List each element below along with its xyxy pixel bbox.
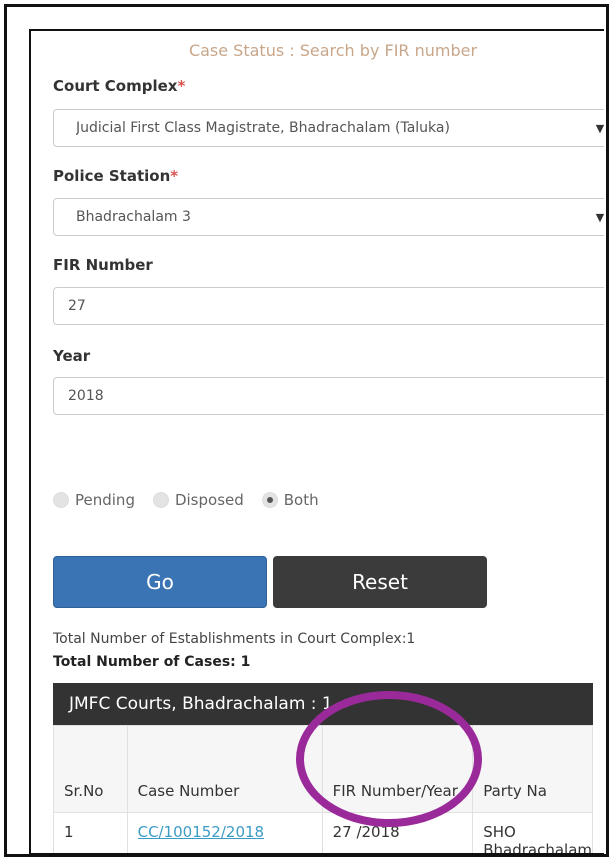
case-number-link[interactable]: CC/100152/2018 [138,823,298,841]
both-radio[interactable]: Both [261,491,319,509]
reset-button[interactable]: Reset [273,556,487,608]
column-header: Party Na [472,725,593,813]
radio-unchecked-icon [152,492,169,508]
table-row: 1 CC/100152/2018 27 /2018 SHO Bhadrachal… [53,812,593,853]
sr-no-cell: 1 [53,812,128,853]
fir-number-label: FIR Number [53,256,153,274]
court-heading: JMFC Courts, Bhadrachalam : 1 [53,683,593,725]
column-header: Sr.No [53,725,128,813]
screenshot-frame: Case Status : Search by FIR number Court… [4,4,609,857]
radio-checked-icon [261,492,278,508]
year-label: Year [53,347,91,365]
results-table: Sr.No Case Number FIR Number/Year Party … [53,725,593,853]
year-input[interactable]: 2018 [53,377,604,415]
court-complex-select[interactable]: Judicial First Class Magistrate, Bhadrac… [53,109,604,147]
dropdown-caret-icon: ▼ [595,121,604,135]
page-title: Case Status : Search by FIR number [188,41,478,60]
go-button[interactable]: Go [53,556,267,608]
pending-radio[interactable]: Pending [53,491,135,509]
disposed-radio[interactable]: Disposed [152,491,244,509]
police-station-label: Police Station* [53,167,179,185]
establishments-count: Total Number of Establishments in Court … [53,631,416,647]
dropdown-caret-icon: ▼ [595,210,604,224]
cases-count: Total Number of Cases: 1 [53,654,251,670]
fir-number-input[interactable]: 27 [53,287,604,325]
court-complex-label: Court Complex* [53,77,186,95]
column-header: FIR Number/Year [321,725,474,813]
party-name-cell: SHO Bhadrachalam Town [472,812,593,853]
case-number-cell: CC/100152/2018 [126,812,323,853]
fir-year-cell: 27 /2018 [321,812,474,853]
case-status-radio-group: Pending Disposed Both [53,491,337,509]
form-container: Case Status : Search by FIR number Court… [29,29,604,854]
results-panel: JMFC Courts, Bhadrachalam : 1 Sr.No Case… [53,683,593,853]
column-header: Case Number [126,725,323,813]
table-header-row: Sr.No Case Number FIR Number/Year Party … [53,725,593,813]
radio-unchecked-icon [53,492,69,508]
police-station-select[interactable]: Bhadrachalam 3 ▼ [53,198,604,236]
